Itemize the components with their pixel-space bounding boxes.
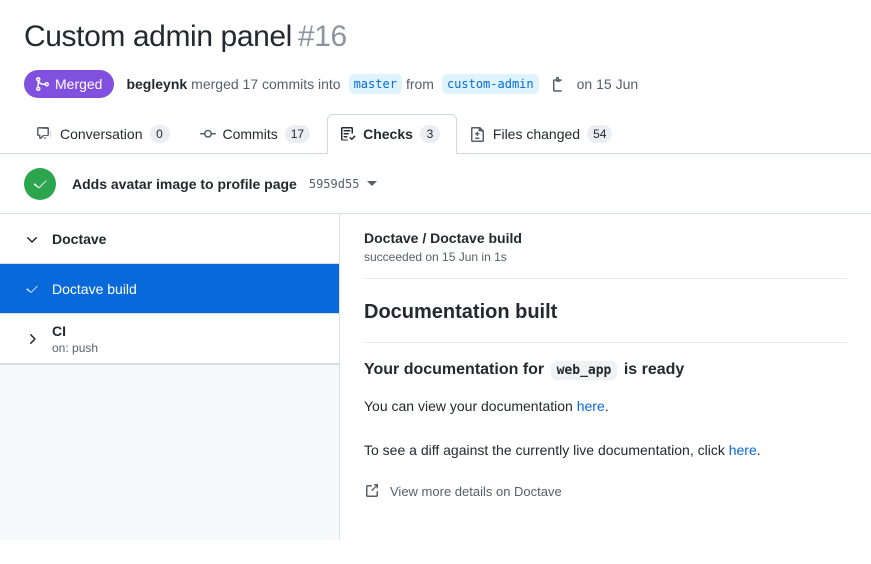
output-heading-prefix: Your documentation for: [364, 361, 545, 378]
tab-conversation[interactable]: Conversation 0: [24, 114, 187, 154]
output-heading-suffix: is ready: [623, 361, 685, 378]
tab-files-changed[interactable]: Files changed 54: [457, 114, 630, 154]
checks-list: Doctave Doctave build CI on: push: [0, 214, 339, 365]
base-branch-chip[interactable]: master: [348, 74, 402, 94]
output-paragraph-2-post: .: [756, 442, 761, 458]
output-paragraph-1: You can view your documentation here.: [364, 395, 847, 417]
tab-conversation-count: 0: [149, 125, 170, 143]
breadcrumb-check-name: Doctave build: [430, 230, 522, 246]
output-paragraph-1-post: .: [604, 398, 609, 414]
check-group-ci-label: CI: [52, 322, 66, 339]
pr-author[interactable]: begleynk: [126, 76, 187, 92]
tab-files-changed-count: 54: [587, 125, 613, 143]
chevron-down-icon[interactable]: [367, 181, 378, 186]
page-title: Custom admin panel #16: [24, 18, 847, 56]
check-group-doctave-label: Doctave: [52, 230, 107, 247]
checks-sidebar: Doctave Doctave build CI on: push: [0, 214, 340, 540]
check-detail-header: Doctave / Doctave build succeeded on 15 …: [364, 214, 871, 278]
chevron-down-icon[interactable]: [24, 231, 40, 247]
tab-checks-count: 3: [419, 125, 440, 143]
tab-checks-label: Checks: [363, 126, 413, 142]
check-output-markdown: Your documentation for web_app is ready …: [364, 343, 871, 499]
check-circle-icon: [24, 167, 56, 200]
sidebar-item-doctave-build[interactable]: Doctave build: [0, 264, 339, 314]
breadcrumb: Doctave / Doctave build: [364, 230, 847, 246]
check-icon: [24, 281, 40, 297]
tab-commits-label: Commits: [222, 126, 278, 142]
chevron-right-icon[interactable]: [24, 331, 40, 347]
commit-bar: Adds avatar image to profile page 5959d5…: [0, 154, 871, 214]
output-paragraph-1-pre: You can view your documentation: [364, 398, 577, 414]
output-paragraph-2: To see a diff against the currently live…: [364, 439, 847, 461]
pull-request-checks-page: Custom admin panel #16 Merged begleynk me…: [0, 0, 871, 564]
output-paragraph-2-pre: To see a diff against the currently live…: [364, 442, 729, 458]
tab-files-changed-label: Files changed: [492, 126, 581, 142]
output-code-chip: web_app: [550, 361, 618, 380]
commit-sha[interactable]: 5959d55: [309, 177, 360, 191]
pull-request-tabnav: Conversation 0 Commits 17 Checks 3 Files…: [0, 114, 871, 154]
checks-body: Doctave Doctave build CI on: push Doctav…: [0, 214, 871, 540]
head-branch-chip[interactable]: custom-admin: [441, 74, 539, 94]
external-details-link-label: View more details on Doctave: [390, 483, 562, 499]
pull-request-number: #16: [297, 20, 347, 53]
external-link-icon: [364, 483, 380, 499]
status-badge: Merged: [24, 70, 115, 98]
pull-request-title: Custom admin panel: [24, 20, 292, 53]
breadcrumb-separator: /: [422, 230, 427, 246]
check-group-ci-subtitle: on: push: [52, 340, 99, 355]
git-merge-icon: [34, 76, 50, 92]
pull-request-meta: Merged begleynk merged 17 commits into m…: [24, 70, 847, 98]
check-group-ci[interactable]: CI on: push: [0, 314, 339, 364]
git-commit-icon: [199, 126, 216, 142]
file-diff-icon: [470, 126, 486, 142]
check-group-doctave[interactable]: Doctave: [0, 214, 339, 264]
annotation-title: Documentation built: [364, 301, 558, 323]
status-badge-label: Merged: [55, 76, 103, 92]
pull-request-header: Custom admin panel #16 Merged begleynk me…: [0, 0, 871, 98]
merged-date: on 15 Jun: [576, 76, 639, 92]
pr-from-text: from: [405, 76, 434, 92]
tab-conversation-label: Conversation: [60, 126, 143, 142]
tab-commits[interactable]: Commits 17: [187, 114, 328, 154]
external-details-link[interactable]: View more details on Doctave: [364, 483, 847, 499]
check-status-line: succeeded on 15 Jun in 1s: [364, 250, 507, 264]
checklist-icon: [340, 126, 356, 142]
pr-merged-text: merged 17 commits into: [191, 76, 341, 92]
view-documentation-link[interactable]: here: [577, 398, 605, 414]
tab-checks[interactable]: Checks 3: [327, 114, 457, 154]
copy-branch-icon[interactable]: [551, 76, 567, 92]
view-diff-link[interactable]: here: [729, 442, 757, 458]
comment-discussion-icon: [37, 126, 53, 142]
output-heading: Your documentation for web_app is ready: [364, 361, 847, 380]
sidebar-item-doctave-build-label: Doctave build: [52, 280, 137, 297]
commit-title: Adds avatar image to profile page: [72, 175, 297, 192]
tab-commits-count: 17: [284, 125, 311, 143]
breadcrumb-owner[interactable]: Doctave: [364, 230, 418, 246]
check-detail-pane: Doctave / Doctave build succeeded on 15 …: [340, 214, 871, 540]
